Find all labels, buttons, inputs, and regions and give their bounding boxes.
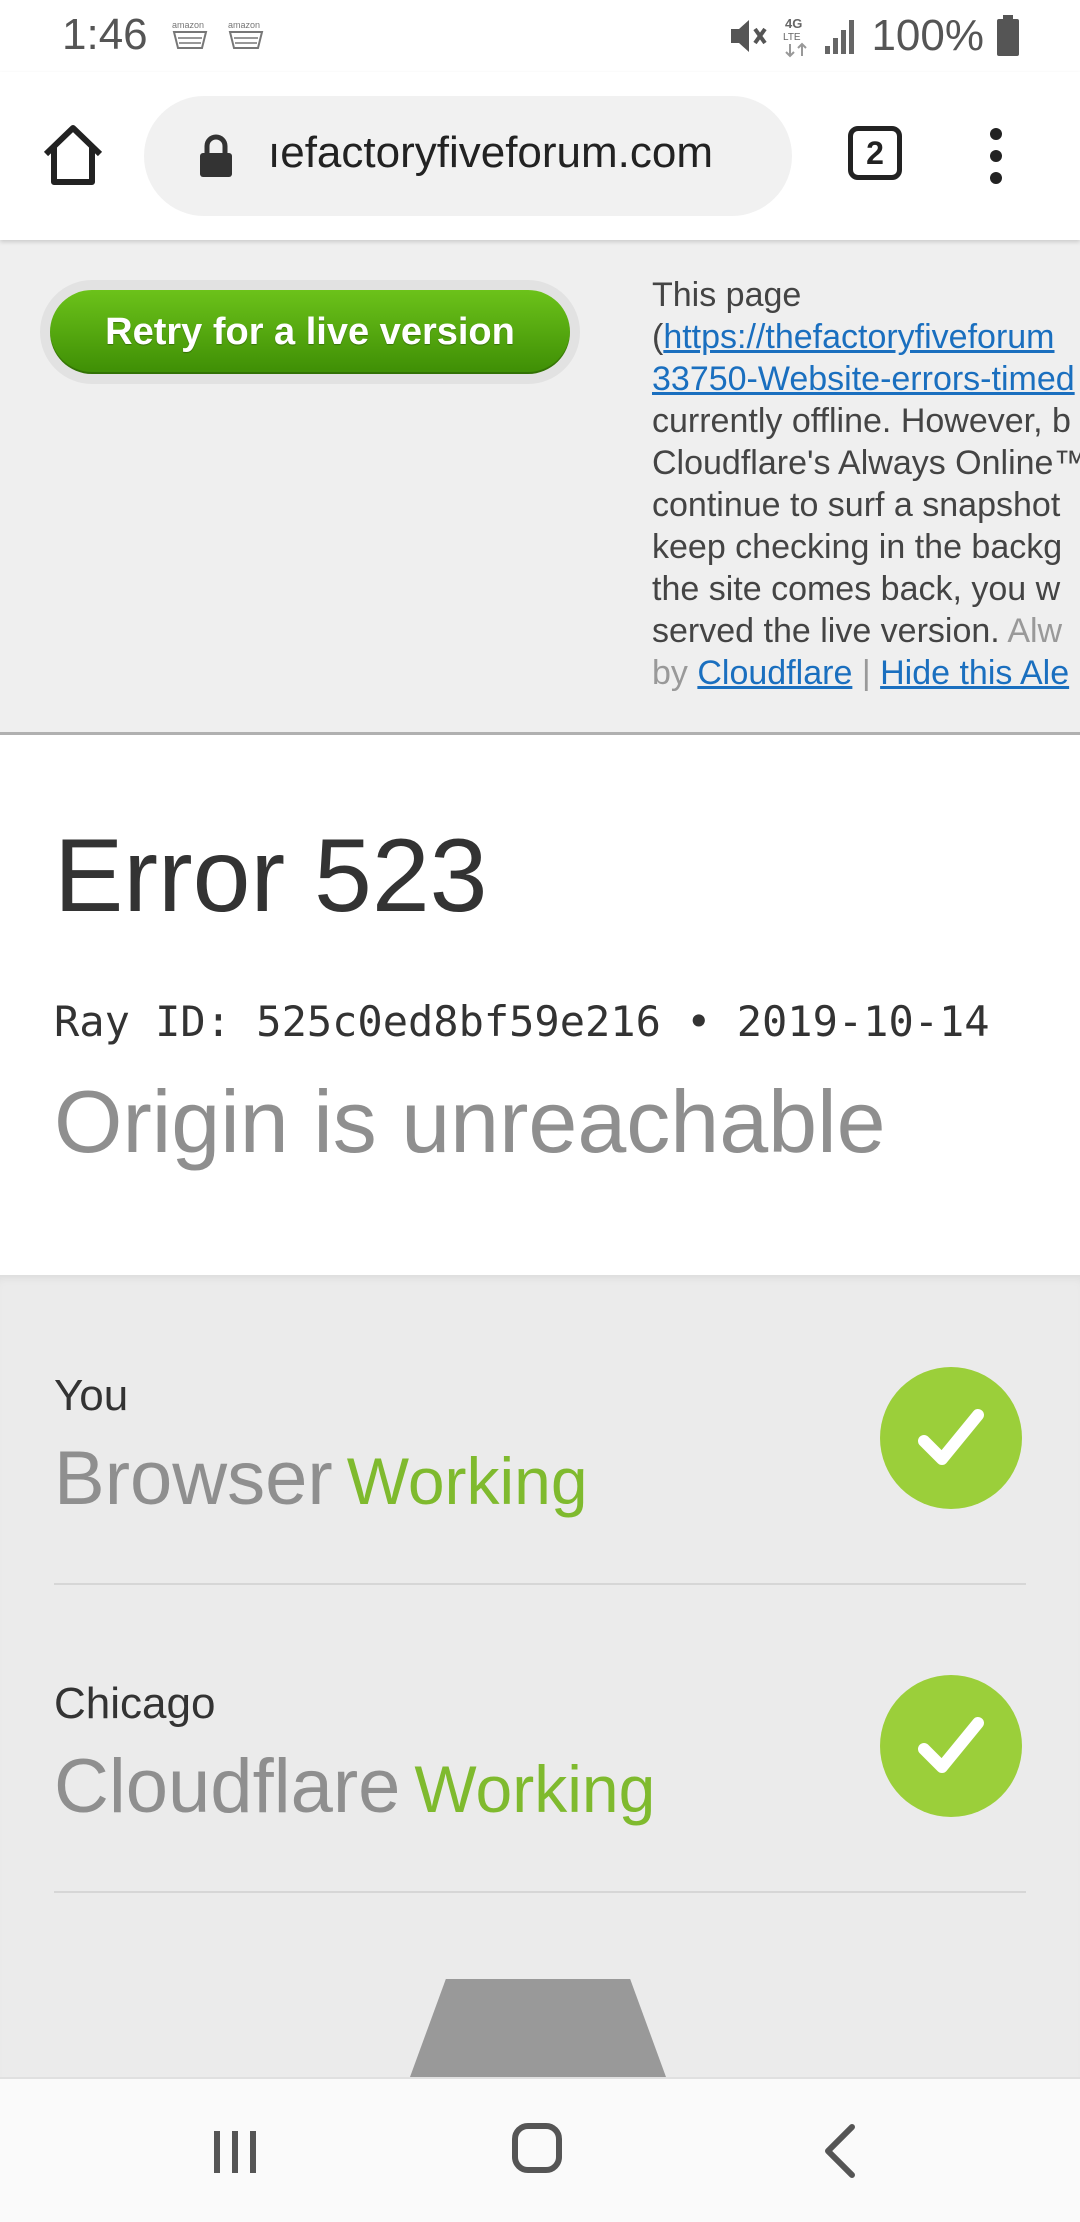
cached-page-link[interactable]: https://thefactoryfiveforum bbox=[663, 318, 1054, 356]
amazon-icon: amazon bbox=[228, 20, 264, 49]
cached-page-link-cont[interactable]: 33750-Website-errors-timed bbox=[652, 360, 1075, 398]
battery-icon bbox=[997, 15, 1019, 56]
battery-level: 100% bbox=[871, 11, 984, 60]
ao-paren: ( bbox=[652, 318, 664, 356]
ao-line: This page bbox=[652, 276, 802, 314]
status-state: Working bbox=[346, 1444, 588, 1518]
error-header: Error 523 Ray ID: 525c0ed8bf59e216 • 201… bbox=[0, 735, 1080, 1275]
ao-by: by bbox=[652, 654, 688, 692]
back-icon[interactable] bbox=[820, 2123, 860, 2179]
status-row-cloudflare: Chicago Cloudflare Working bbox=[54, 1583, 1026, 1893]
status-bar: 1:46 amazon amazon 4G LTE 100% bbox=[0, 0, 1080, 72]
ray-id: Ray ID: 525c0ed8bf59e216 • 2019-10-14 bbox=[54, 997, 990, 1046]
ao-line: Cloudflare's Always Online™ bbox=[652, 444, 1080, 482]
url-text: ıefactoryfiveforum.com bbox=[268, 128, 714, 177]
ao-line: the site comes back, you w bbox=[652, 570, 1061, 608]
ao-line: continue to surf a snapshot bbox=[652, 486, 1061, 524]
status-name: Browser bbox=[54, 1436, 333, 1521]
signal-icon bbox=[825, 20, 855, 54]
error-title: Error 523 bbox=[54, 818, 488, 934]
ao-powered: Alw bbox=[1007, 612, 1063, 650]
tab-switcher-button[interactable]: 2 bbox=[848, 126, 902, 180]
home-icon[interactable] bbox=[40, 122, 106, 188]
4g-lte-icon: 4G LTE bbox=[783, 16, 808, 58]
hide-alert-link[interactable]: Hide this Ale bbox=[880, 654, 1069, 692]
cloudflare-link[interactable]: Cloudflare bbox=[697, 654, 852, 692]
always-online-banner: Retry for a live version This page (http… bbox=[0, 240, 1080, 735]
lock-icon bbox=[200, 134, 232, 177]
always-online-message: This page (https://thefactoryfiveforum 3… bbox=[652, 274, 1080, 694]
connection-status-area: You Browser Working Chicago Cloudflare Wor… bbox=[0, 1275, 1080, 2077]
status-name: Cloudflare bbox=[54, 1744, 401, 1829]
amazon-icon: amazon bbox=[172, 20, 208, 49]
status-time: 1:46 bbox=[62, 10, 148, 59]
ao-separator: | bbox=[861, 654, 871, 692]
mute-icon bbox=[731, 20, 768, 52]
ao-line: served the live version. bbox=[652, 612, 1000, 650]
status-location: You bbox=[54, 1371, 129, 1420]
browser-toolbar: ıefactoryfiveforum.com 2 bbox=[0, 72, 1080, 240]
server-icon bbox=[410, 1979, 666, 2077]
svg-text:LTE: LTE bbox=[783, 32, 801, 43]
retry-button-frame: Retry for a live version bbox=[40, 280, 580, 384]
ao-line: currently offline. However, b bbox=[652, 402, 1071, 440]
check-icon bbox=[880, 1367, 1022, 1509]
recent-apps-icon[interactable] bbox=[210, 2129, 260, 2175]
status-row-browser: You Browser Working bbox=[54, 1275, 1026, 1585]
retry-live-button[interactable]: Retry for a live version bbox=[50, 290, 570, 374]
system-nav-bar bbox=[0, 2077, 1080, 2222]
svg-text:amazon: amazon bbox=[228, 20, 260, 30]
overflow-menu-icon[interactable] bbox=[986, 128, 1006, 184]
status-state: Working bbox=[414, 1752, 656, 1826]
check-icon bbox=[880, 1675, 1022, 1817]
svg-text:amazon: amazon bbox=[172, 20, 204, 30]
ao-line: keep checking in the backg bbox=[652, 528, 1063, 566]
url-bar[interactable]: ıefactoryfiveforum.com bbox=[144, 96, 792, 216]
nav-home-button[interactable] bbox=[512, 2123, 562, 2173]
status-location: Chicago bbox=[54, 1679, 216, 1728]
svg-text:4G: 4G bbox=[785, 16, 802, 31]
error-description: Origin is unreachable bbox=[54, 1072, 886, 1171]
